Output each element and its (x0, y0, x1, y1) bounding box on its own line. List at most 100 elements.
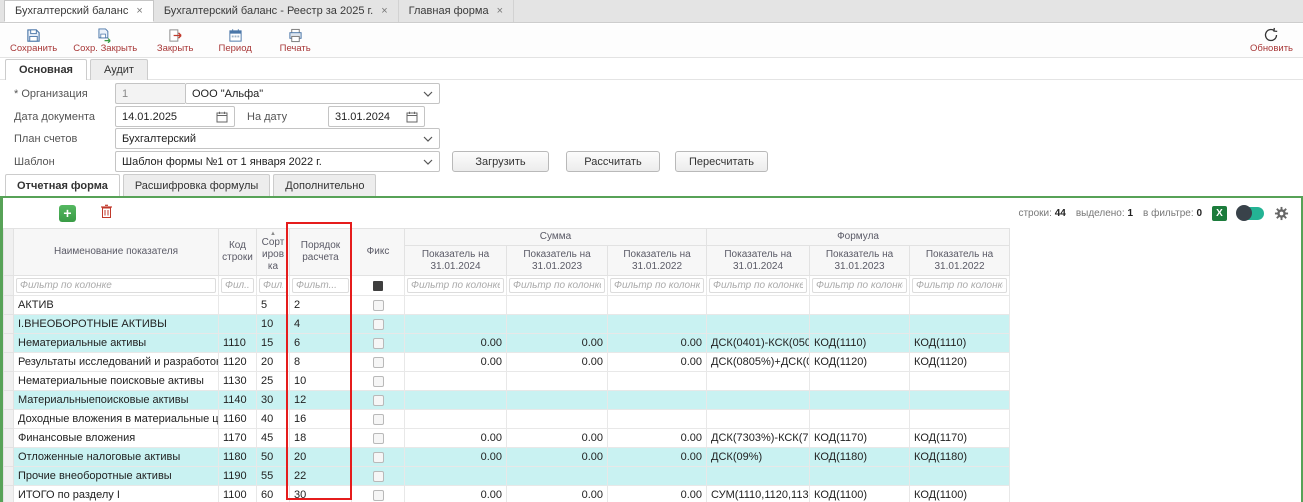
cell-s3[interactable] (608, 467, 707, 486)
cell-f3[interactable] (910, 391, 1010, 410)
filter-input-order[interactable] (292, 278, 349, 293)
cell-code[interactable]: 1170 (219, 429, 257, 448)
filter-input-formula-2024[interactable] (709, 278, 807, 293)
col-header-formula-2024[interactable]: Показатель на 31.01.2024 (707, 246, 810, 276)
export-excel-button[interactable]: X (1212, 206, 1227, 221)
filter-input-code[interactable] (221, 278, 254, 293)
cell-order[interactable]: 18 (290, 429, 352, 448)
cell-fix[interactable] (352, 391, 405, 410)
cell-s2[interactable] (507, 296, 608, 315)
cell-order[interactable]: 22 (290, 467, 352, 486)
cell-sort[interactable]: 5 (257, 296, 290, 315)
cell-s2[interactable]: 0.00 (507, 353, 608, 372)
fix-checkbox[interactable] (373, 433, 384, 444)
cell-f3[interactable]: КОД(1170) (910, 429, 1010, 448)
cell-code[interactable]: 1120 (219, 353, 257, 372)
fix-checkbox[interactable] (373, 414, 384, 425)
cell-f3[interactable] (910, 296, 1010, 315)
chevron-down-icon[interactable] (423, 136, 433, 142)
cell-f1[interactable] (707, 372, 810, 391)
cell-s3[interactable] (608, 410, 707, 429)
save-close-button[interactable]: Сохр. Закрыть (73, 27, 137, 54)
recalculate-button[interactable]: Пересчитать (675, 151, 768, 172)
col-header-fix[interactable]: Фикс (352, 229, 405, 276)
filter-input-sum-2024[interactable] (407, 278, 504, 293)
cell-sort[interactable]: 20 (257, 353, 290, 372)
col-header-order[interactable]: Порядок расчета (290, 229, 352, 276)
cell-name[interactable]: Материальныепоисковые активы (14, 391, 219, 410)
print-button[interactable]: Печать (273, 27, 317, 54)
table-row[interactable]: Доходные вложения в материальные ц..1160… (4, 410, 1010, 429)
cell-code[interactable]: 1110 (219, 334, 257, 353)
save-button[interactable]: Сохранить (10, 27, 57, 54)
cell-s3[interactable]: 0.00 (608, 353, 707, 372)
tab-close-icon[interactable]: × (136, 5, 142, 17)
row-selector[interactable] (4, 410, 14, 429)
cell-f3[interactable]: КОД(1180) (910, 448, 1010, 467)
col-header-sum-2023[interactable]: Показатель на 31.01.2023 (507, 246, 608, 276)
cell-s2[interactable]: 0.00 (507, 334, 608, 353)
cell-s1[interactable] (405, 315, 507, 334)
cell-f1[interactable] (707, 467, 810, 486)
table-row[interactable]: ИТОГО по разделу I110060300.000.000.00СУ… (4, 486, 1010, 502)
window-tab-balance[interactable]: Бухгалтерский баланс × (4, 0, 154, 22)
cell-fix[interactable] (352, 372, 405, 391)
col-header-sum-2024[interactable]: Показатель на 31.01.2024 (405, 246, 507, 276)
cell-code[interactable]: 1100 (219, 486, 257, 502)
cell-s3[interactable]: 0.00 (608, 448, 707, 467)
table-row[interactable]: Результаты исследований и разработок1120… (4, 353, 1010, 372)
refresh-button[interactable]: Обновить (1250, 27, 1293, 54)
table-row[interactable]: Нематериальные активы11101560.000.000.00… (4, 334, 1010, 353)
cell-f2[interactable] (810, 296, 910, 315)
cell-s1[interactable]: 0.00 (405, 448, 507, 467)
cell-sort[interactable]: 10 (257, 315, 290, 334)
fix-checkbox[interactable] (373, 471, 384, 482)
cell-s2[interactable] (507, 315, 608, 334)
col-header-formula-2022[interactable]: Показатель на 31.01.2022 (910, 246, 1010, 276)
cell-s3[interactable]: 0.00 (608, 429, 707, 448)
cell-s3[interactable] (608, 296, 707, 315)
cell-f1[interactable] (707, 296, 810, 315)
cell-s3[interactable]: 0.00 (608, 486, 707, 502)
cell-order[interactable]: 4 (290, 315, 352, 334)
cell-s1[interactable] (405, 391, 507, 410)
row-selector[interactable] (4, 467, 14, 486)
cell-fix[interactable] (352, 429, 405, 448)
cell-f3[interactable]: КОД(1110) (910, 334, 1010, 353)
cell-order[interactable]: 10 (290, 372, 352, 391)
cell-order[interactable]: 20 (290, 448, 352, 467)
cell-f3[interactable]: КОД(1100) (910, 486, 1010, 502)
cell-f2[interactable] (810, 467, 910, 486)
col-header-formula-2023[interactable]: Показатель на 31.01.2023 (810, 246, 910, 276)
cell-fix[interactable] (352, 448, 405, 467)
cell-s1[interactable] (405, 467, 507, 486)
cell-s2[interactable]: 0.00 (507, 486, 608, 502)
row-selector[interactable] (4, 315, 14, 334)
filter-input-formula-2022[interactable] (912, 278, 1007, 293)
col-header-code[interactable]: Код строки (219, 229, 257, 276)
calendar-icon[interactable] (216, 111, 228, 123)
cell-code[interactable] (219, 315, 257, 334)
cell-fix[interactable] (352, 467, 405, 486)
cell-name[interactable]: Результаты исследований и разработок (14, 353, 219, 372)
cell-f1[interactable]: ДСК(0401)-КСК(0501) (707, 334, 810, 353)
col-header-name[interactable]: Наименование показателя (14, 229, 219, 276)
cell-f2[interactable] (810, 372, 910, 391)
fix-checkbox[interactable] (373, 395, 384, 406)
settings-gear-icon[interactable] (1274, 206, 1289, 221)
cell-name[interactable]: Прочие внеоборотные активы (14, 467, 219, 486)
cell-f1[interactable] (707, 391, 810, 410)
cell-fix[interactable] (352, 334, 405, 353)
cell-name[interactable]: АКТИВ (14, 296, 219, 315)
cell-s1[interactable]: 0.00 (405, 353, 507, 372)
cell-f3[interactable] (910, 315, 1010, 334)
chevron-down-icon[interactable] (423, 91, 433, 97)
fix-checkbox[interactable] (373, 490, 384, 501)
cell-s2[interactable] (507, 467, 608, 486)
row-selector[interactable] (4, 372, 14, 391)
cell-f1[interactable]: ДСК(09%) (707, 448, 810, 467)
cell-name[interactable]: Доходные вложения в материальные ц.. (14, 410, 219, 429)
cell-s3[interactable] (608, 372, 707, 391)
window-tab-main-form[interactable]: Главная форма × (399, 0, 514, 22)
filter-input-sum-2023[interactable] (509, 278, 605, 293)
